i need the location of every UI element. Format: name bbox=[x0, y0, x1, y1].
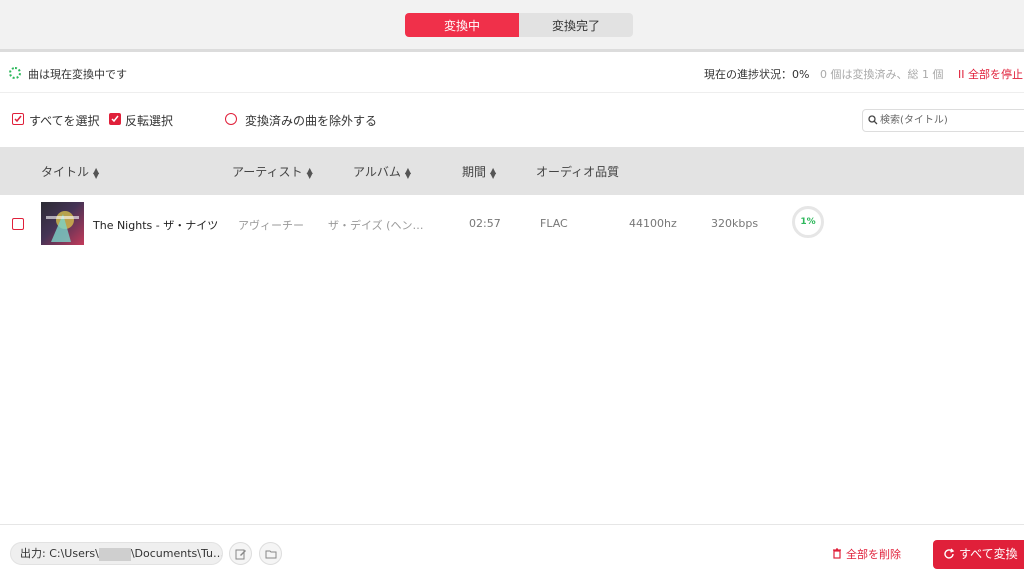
row-bitrate: 320kbps bbox=[711, 217, 759, 230]
header-duration[interactable]: 期間 ▲ ▼ bbox=[462, 163, 496, 180]
row-sample-rate: 44100hz bbox=[629, 217, 677, 230]
invert-selection-checkbox-icon[interactable] bbox=[109, 113, 121, 125]
sort-icon[interactable]: ▲ ▼ bbox=[490, 166, 496, 179]
spinner-icon bbox=[9, 67, 21, 79]
top-bar: 変換中 変換完了 bbox=[0, 0, 1024, 52]
selection-toolbar: すべてを選択 反転選択 変換済みの曲を除外する 検索(タイトル) bbox=[0, 93, 1024, 147]
footer: 出力: C:\Users\ \Documents\Tu… 全部を削除 すべて変換 bbox=[0, 524, 1024, 571]
table-row[interactable]: The Nights - ザ・ナイツ アヴィーチー ザ・デイズ (ヘン… 02:… bbox=[0, 195, 1024, 253]
convert-all-button[interactable]: すべて変換 bbox=[933, 540, 1024, 569]
row-progress-ring: 1% bbox=[792, 206, 824, 238]
header-album[interactable]: アルバム ▲ ▼ bbox=[353, 163, 411, 180]
open-folder-button[interactable] bbox=[259, 542, 282, 565]
header-audio-quality: オーディオ品質 bbox=[536, 165, 620, 179]
refresh-icon bbox=[944, 548, 955, 559]
sort-icon[interactable]: ▲ ▼ bbox=[93, 166, 99, 179]
status-message: 曲は現在変換中です bbox=[28, 68, 127, 81]
exclude-converted-label[interactable]: 変換済みの曲を除外する bbox=[245, 112, 377, 129]
sort-icon[interactable]: ▲ ▼ bbox=[307, 166, 313, 179]
tab-converting[interactable]: 変換中 bbox=[405, 13, 519, 37]
row-format: FLAC bbox=[540, 217, 568, 230]
row-checkbox-icon[interactable] bbox=[12, 218, 24, 230]
search-icon bbox=[868, 115, 878, 125]
sort-icon[interactable]: ▲ ▼ bbox=[405, 166, 411, 179]
convert-all-label: すべて変換 bbox=[959, 547, 1018, 561]
status-row: 曲は現在変換中です 現在の進捗状況：0% 0 個は変換済み、総 1 個 II 全… bbox=[0, 55, 1024, 93]
row-duration: 02:57 bbox=[469, 217, 501, 230]
output-path-suffix: \Documents\Tu… bbox=[130, 547, 223, 560]
row-album: ザ・デイズ (ヘン… bbox=[328, 219, 424, 232]
progress-info: 0 個は変換済み、総 1 個 bbox=[820, 68, 944, 81]
redacted-username bbox=[98, 547, 131, 561]
header-artist[interactable]: アーティスト ▲ ▼ bbox=[232, 163, 313, 180]
stop-all-button[interactable]: II 全部を停止 bbox=[958, 66, 1023, 82]
row-title: The Nights - ザ・ナイツ bbox=[93, 219, 219, 232]
search-placeholder: 検索(タイトル) bbox=[880, 115, 948, 126]
tab-switcher: 変換中 変換完了 bbox=[405, 13, 633, 37]
select-all-checkbox-icon[interactable] bbox=[12, 113, 24, 125]
delete-all-button[interactable]: 全部を削除 bbox=[832, 546, 901, 562]
search-input[interactable]: 検索(タイトル) bbox=[862, 109, 1024, 132]
header-title[interactable]: タイトル ▲ ▼ bbox=[41, 163, 99, 180]
progress-label: 現在の進捗状況：0% bbox=[704, 68, 810, 81]
table-header: タイトル ▲ ▼ アーティスト ▲ ▼ アルバム ▲ ▼ 期間 ▲ ▼ オーディオ品質 bbox=[0, 147, 1024, 195]
trash-icon bbox=[833, 548, 841, 559]
output-path: 出力: C:\Users\ \Documents\Tu… bbox=[10, 542, 223, 565]
exclude-converted-radio-icon[interactable] bbox=[225, 113, 237, 125]
select-all-label[interactable]: すべてを選択 bbox=[29, 112, 99, 129]
delete-all-label: 全部を削除 bbox=[846, 548, 901, 561]
tab-completed[interactable]: 変換完了 bbox=[519, 13, 633, 37]
output-path-prefix: 出力: C:\Users\ bbox=[20, 547, 99, 560]
invert-selection-label[interactable]: 反転選択 bbox=[125, 112, 173, 129]
album-art bbox=[41, 202, 84, 245]
edit-icon bbox=[235, 549, 246, 560]
row-artist: アヴィーチー bbox=[238, 219, 304, 232]
edit-output-button[interactable] bbox=[229, 542, 252, 565]
folder-icon bbox=[265, 550, 277, 559]
